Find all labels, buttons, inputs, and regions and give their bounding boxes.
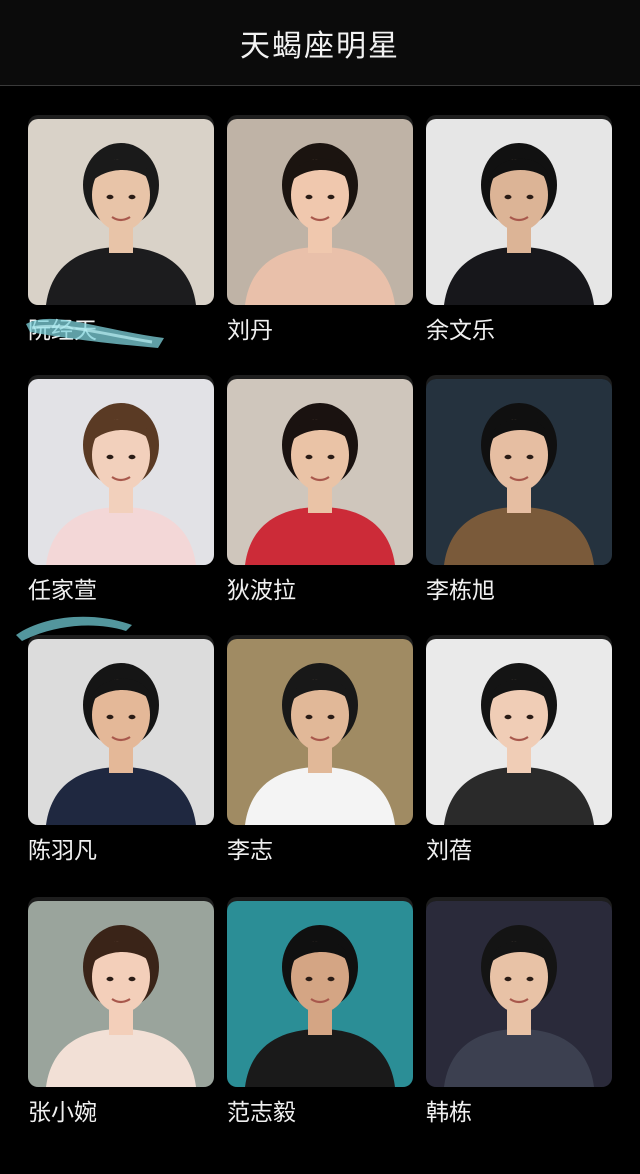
celebrity-name[interactable]: 李志 (227, 831, 273, 865)
celebrity-photo[interactable] (28, 379, 214, 565)
portrait-image (28, 379, 214, 565)
celebrity-name[interactable]: 陈羽凡 (28, 831, 97, 865)
celebrity-photo[interactable] (28, 901, 214, 1087)
celebrity-photo[interactable] (28, 639, 214, 825)
celebrity-photo[interactable] (227, 379, 413, 565)
celebrity-name[interactable]: 韩栋 (426, 1093, 472, 1127)
portrait-image (426, 639, 612, 825)
portrait-image (227, 379, 413, 565)
celebrity-name[interactable]: 刘丹 (227, 311, 273, 345)
celebrity-photo[interactable] (426, 119, 612, 305)
header-bar: 天蝎座明星 (0, 0, 640, 86)
portrait-image (426, 901, 612, 1087)
celebrity-name[interactable]: 刘蓓 (426, 831, 472, 865)
celebrity-photo[interactable] (227, 119, 413, 305)
portrait-image (28, 119, 214, 305)
portrait-image (227, 639, 413, 825)
celebrity-name[interactable]: 狄波拉 (227, 571, 296, 605)
celebrity-name[interactable]: 李栋旭 (426, 571, 495, 605)
celebrity-name[interactable]: 任家萱 (28, 571, 97, 605)
portrait-image (28, 639, 214, 825)
celebrity-photo[interactable] (28, 119, 214, 305)
celebrity-name[interactable]: 阮经天 (28, 311, 97, 345)
celebrity-name[interactable]: 范志毅 (227, 1093, 296, 1127)
celebrity-name[interactable]: 张小婉 (28, 1093, 97, 1127)
page-title: 天蝎座明星 (240, 28, 400, 64)
celebrity-photo[interactable] (426, 639, 612, 825)
portrait-image (28, 901, 214, 1087)
portrait-image (227, 901, 413, 1087)
portrait-image (227, 119, 413, 305)
celebrity-photo[interactable] (227, 901, 413, 1087)
celebrity-photo[interactable] (227, 639, 413, 825)
celebrity-grid: 阮经天 刘丹 余文乐 任家萱 狄波拉 李栋旭 陈羽凡 李志 刘蓓 张小婉 范志毅… (0, 86, 640, 1174)
celebrity-name[interactable]: 余文乐 (426, 311, 495, 345)
portrait-image (426, 379, 612, 565)
celebrity-photo[interactable] (426, 901, 612, 1087)
celebrity-photo[interactable] (426, 379, 612, 565)
portrait-image (426, 119, 612, 305)
